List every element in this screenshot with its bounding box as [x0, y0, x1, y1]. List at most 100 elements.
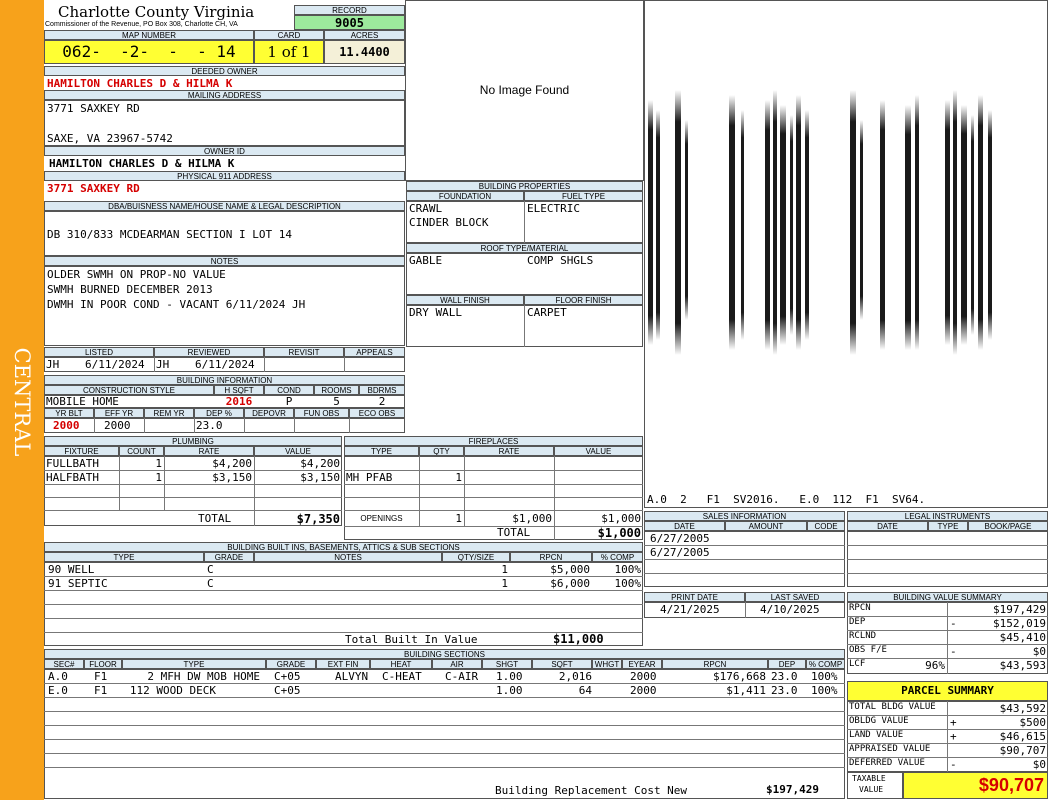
note-line: SWMH BURNED DECEMBER 2013	[47, 283, 213, 296]
bdrms: 2	[378, 395, 386, 408]
appeals-label: APPEALS	[344, 347, 405, 357]
li-h-type: TYPE	[928, 521, 968, 531]
ps-value: $0	[1032, 758, 1046, 771]
note-line: DWMH IN POOR COND - VACANT 6/11/2024 JH	[47, 298, 306, 311]
legal-description: DB 310/833 MCDEARMAN SECTION I LOT 14	[47, 228, 293, 241]
sec-sqft: 64	[578, 684, 592, 697]
vs-value: $43,593	[999, 659, 1046, 672]
sale-date: 6/27/2005	[650, 532, 710, 545]
building-info-label: BUILDING INFORMATION	[44, 375, 405, 385]
li-h-bookpage: BOOK/PAGE	[968, 521, 1048, 531]
owner-id-label: OWNER ID	[44, 146, 405, 156]
fp-type: MH PFAB	[346, 471, 393, 484]
builtins-total-label: Total Built In Value	[345, 633, 478, 646]
ps-value: $90,707	[999, 744, 1046, 757]
notes-label: NOTES	[44, 256, 405, 266]
wall-value: DRY WALL	[409, 306, 462, 319]
note-line: OLDER SWMH ON PROP-NO VALUE	[47, 268, 226, 281]
physical-label: PHYSICAL 911 ADDRESS	[44, 171, 405, 181]
replacement-cost-label: Building Replacement Cost New	[495, 784, 688, 797]
plumb-h-value: VALUE	[254, 446, 342, 456]
vs-label: DEP	[849, 617, 866, 627]
bi-h-notes: NOTES	[254, 552, 442, 562]
last-saved-date: 4/10/2025	[760, 603, 820, 616]
floor-value: CARPET	[527, 306, 567, 319]
cond-label: COND	[264, 385, 314, 395]
plumb-rate: $3,150	[212, 471, 252, 484]
revisit-label: REVISIT	[264, 347, 344, 357]
openings-label: OPENINGS	[360, 514, 403, 523]
foundation-label: FOUNDATION	[406, 191, 524, 201]
print-date-label: PRINT DATE	[644, 592, 745, 602]
plumb-count: 1	[155, 471, 162, 484]
fp-h-value: VALUE	[554, 446, 643, 456]
sec-h: SHGT	[482, 659, 532, 669]
remyr-label: REM YR	[144, 408, 194, 418]
sec-shgt: 1.00	[496, 670, 523, 683]
plumb-h-rate: RATE	[164, 446, 254, 456]
vs-value: $152,019	[993, 617, 1046, 630]
bi-type: 90 WELL	[48, 563, 95, 576]
sec-h: HEAT	[370, 659, 432, 669]
bi-h-rpcn: RPCN	[510, 552, 592, 562]
hsqft: 2016	[225, 395, 253, 408]
ps-value: $500	[1019, 716, 1047, 729]
sec-h: SQFT	[532, 659, 592, 669]
dep-percent: 23.0	[196, 419, 223, 432]
county-title: Charlotte County Virginia	[58, 3, 255, 21]
sec-rpcn: $1,411	[726, 684, 766, 697]
acres-value: 11.4400	[324, 40, 405, 64]
plumbing-label: PLUMBING	[44, 436, 342, 446]
fp-h-rate: RATE	[464, 446, 554, 456]
sec-extfin: ALVYN	[335, 670, 369, 683]
sec-h: WHGT	[592, 659, 622, 669]
funobs-label: FUN OBS	[294, 408, 349, 418]
vs-label: RPCN	[849, 603, 871, 613]
fp-total-label: TOTAL	[497, 526, 531, 539]
sec-type: 112 WOOD DECK	[129, 684, 216, 697]
dep-label: DEP %	[194, 408, 244, 418]
map-number: 062- -2- - - 14	[44, 40, 254, 64]
sec-h: EXT FIN	[316, 659, 370, 669]
fp-total: $1,000	[597, 526, 641, 540]
legal-instruments-label: LEGAL INSTRUMENTS	[847, 511, 1048, 521]
sec-grade: C+05	[274, 684, 301, 697]
cond: P	[285, 395, 293, 408]
fp-qty: 1	[455, 471, 462, 484]
vs-label: OBS F/E	[849, 645, 887, 655]
sections-label: BUILDING SECTIONS	[44, 649, 845, 659]
sec-dep: 23.0	[771, 670, 798, 683]
effyr-label: EFF YR	[94, 408, 144, 418]
sec-h: TYPE	[122, 659, 266, 669]
sec-heat: C-HEAT	[382, 670, 422, 683]
sec-h: AIR	[432, 659, 482, 669]
vs-value: $0	[1032, 645, 1046, 658]
legal-label: DBA/BUISNESS NAME/HOUSE NAME & LEGAL DES…	[44, 201, 405, 211]
li-h-date: DATE	[847, 521, 928, 531]
roof-type: GABLE	[409, 254, 443, 267]
sketch-caption: A.0 2 F1 SV2016. E.0 112 F1 SV64.	[647, 493, 926, 506]
physical-address: 3771 SAXKEY RD	[47, 182, 140, 195]
year-built: 2000	[53, 419, 80, 432]
sec-grade: C+05	[274, 670, 301, 683]
fp-h-type: TYPE	[344, 446, 419, 456]
vs-pct: 96%	[925, 659, 945, 672]
style-label: CONSTRUCTION STYLE	[44, 385, 214, 395]
openings-value: $1,000	[601, 512, 641, 525]
record-value: 9005	[294, 15, 405, 30]
plumb-count: 1	[155, 457, 162, 470]
foundation-value: CINDER BLOCK	[409, 216, 489, 229]
acres-label: ACRES	[324, 30, 405, 40]
listed-by: JH	[46, 358, 60, 371]
sec-h: SEC#	[44, 659, 84, 669]
card-number: 1 of 1	[254, 40, 324, 64]
last-saved-label: LAST SAVED	[745, 592, 845, 602]
sec-comp: 100%	[811, 684, 838, 697]
vs-value: $197,429	[993, 603, 1046, 616]
sec-h: % COMP	[806, 659, 845, 669]
sketch-image	[648, 90, 992, 355]
sec-h: EYEAR	[622, 659, 662, 669]
sec-h: GRADE	[266, 659, 316, 669]
openings-qty: 1	[455, 512, 462, 525]
building-properties-label: BUILDING PROPERTIES	[406, 181, 643, 191]
